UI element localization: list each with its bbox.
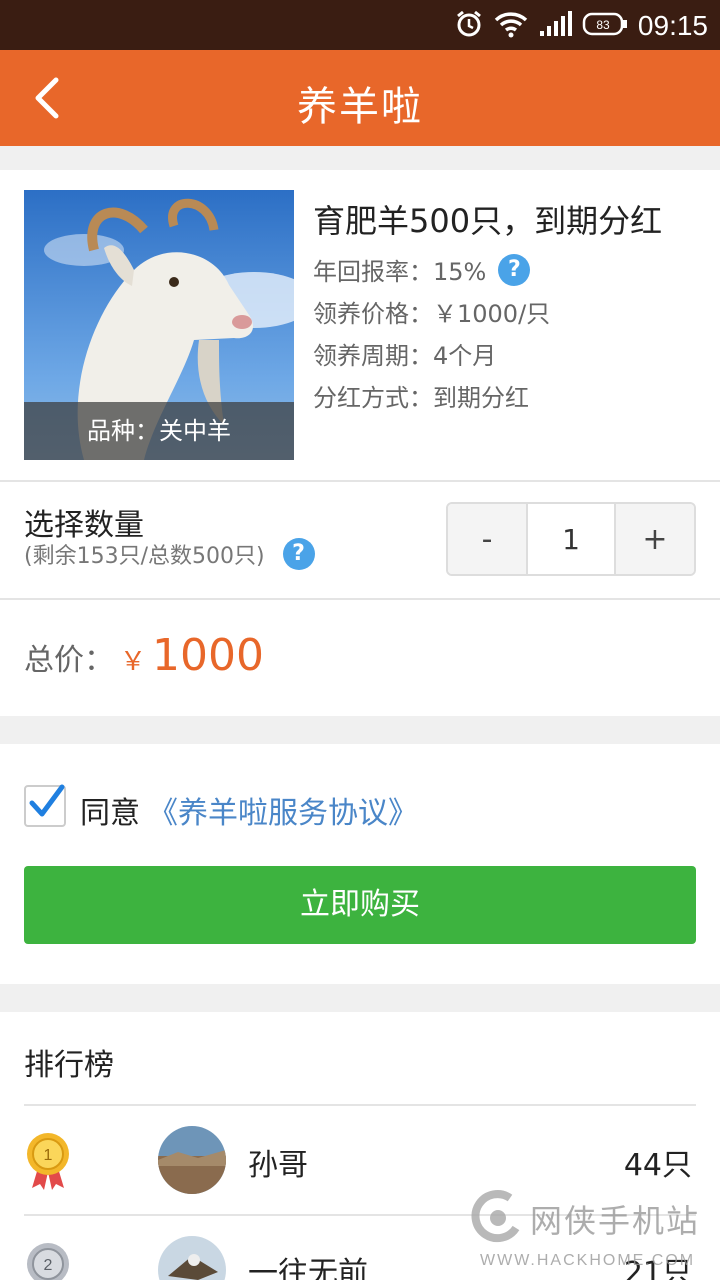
avatar	[158, 1126, 226, 1194]
ranking-title: 排行榜	[24, 1048, 114, 1083]
quantity-remaining: (剩余153只/总数500只) ?	[24, 538, 315, 570]
wifi-icon	[494, 10, 528, 42]
total-price: 总价： ￥ 1000	[24, 630, 264, 681]
help-icon[interactable]: ?	[282, 538, 315, 570]
agree-text: 同意	[80, 796, 140, 831]
increment-button[interactable]: +	[616, 504, 694, 574]
status-icons: 83 09:15	[454, 8, 708, 44]
service-agreement-link[interactable]: 《养羊啦服务协议》	[148, 788, 418, 832]
annual-rate-text: 年回报率：15%	[313, 258, 487, 286]
watermark-logo-icon	[471, 1190, 520, 1243]
quantity-value[interactable]: 1	[526, 504, 616, 574]
user-name: 一往无前	[248, 1256, 368, 1280]
decrement-button[interactable]: -	[448, 504, 526, 574]
screen: 83 09:15 养羊啦 品种：关中羊 育肥羊500只，到期分红 年回报率：15…	[0, 0, 720, 1280]
annual-rate-row: 年回报率：15% ?	[313, 252, 531, 287]
product-image: 品种：关中羊	[24, 190, 294, 460]
period-text: 领养周期：4个月	[313, 342, 497, 370]
price-text: 领养价格：￥1000/只	[313, 300, 551, 328]
dividend-text: 分红方式：到期分红	[313, 384, 529, 412]
user-name: 孙哥	[248, 1148, 308, 1183]
status-bar: 83 09:15	[0, 0, 720, 50]
signal-icon	[538, 11, 572, 41]
page-title: 养羊啦	[297, 84, 423, 130]
silver-medal-icon: 2	[24, 1240, 72, 1280]
status-time: 09:15	[637, 10, 708, 41]
purchase-section	[0, 744, 720, 984]
gold-medal-icon: 1	[24, 1130, 72, 1196]
remaining-text: (剩余153只/总数500只)	[24, 544, 265, 569]
total-amount: 1000	[152, 630, 264, 681]
buy-now-button[interactable]: 立即购买	[24, 866, 696, 944]
currency-symbol: ￥	[120, 647, 147, 677]
watermark-text: 网侠手机站	[530, 1202, 701, 1240]
breed-label: 品种：关中羊	[24, 402, 294, 460]
agree-checkbox[interactable]	[24, 784, 66, 827]
battery-icon: 83	[582, 12, 628, 40]
watermark-url: WWW.HACKHOME.COM	[480, 1252, 696, 1269]
rank-number: 1	[44, 1147, 53, 1164]
watermark: 网侠手机站 WWW.HACKHOME.COM	[470, 1186, 720, 1280]
product-title: 育肥羊500只，到期分红	[313, 202, 663, 240]
divider	[24, 1104, 696, 1106]
alarm-icon	[454, 9, 484, 43]
battery-level: 83	[596, 18, 610, 32]
total-label: 总价：	[24, 643, 114, 678]
quantity-stepper[interactable]: - 1 +	[446, 502, 696, 576]
app-header: 养羊啦	[0, 50, 720, 146]
help-icon[interactable]: ?	[498, 253, 531, 286]
adopt-count: 44只	[623, 1148, 692, 1183]
rank-number: 2	[44, 1257, 53, 1274]
checkmark-icon	[29, 784, 65, 817]
